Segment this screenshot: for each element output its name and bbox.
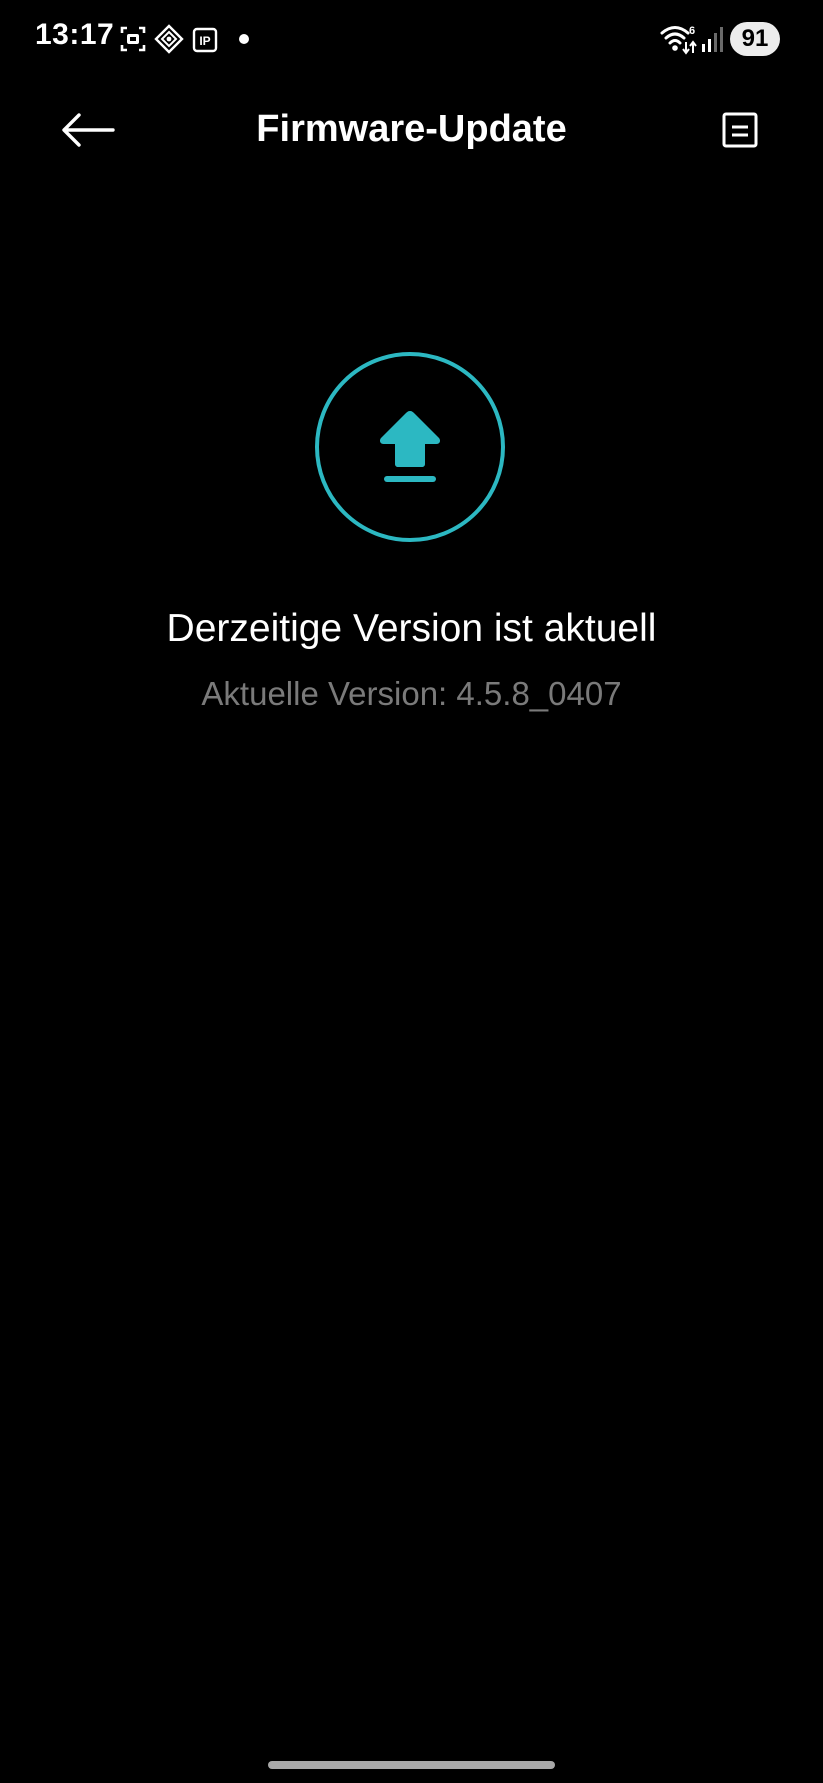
home-indicator[interactable] bbox=[268, 1761, 555, 1769]
current-version-text: Aktuelle Version: 4.5.8_0407 bbox=[201, 675, 622, 712]
signal-icon bbox=[702, 27, 723, 52]
ip-label: IP bbox=[199, 34, 210, 48]
wifi-badge: 6 bbox=[689, 25, 695, 37]
vpn-diamond-icon bbox=[154, 24, 184, 54]
firmware-status-heading: Derzeitige Version ist aktuell bbox=[166, 607, 657, 650]
notification-dot bbox=[239, 34, 249, 44]
firmware-status-circle bbox=[315, 352, 505, 542]
wifi-icon: 6 bbox=[660, 25, 697, 55]
status-time: 13:17 bbox=[35, 18, 115, 51]
ip-icon: IP bbox=[192, 27, 218, 53]
log-button[interactable] bbox=[712, 104, 768, 156]
app-bar: Firmware-Update bbox=[0, 90, 823, 170]
upload-arrow-icon bbox=[379, 411, 441, 482]
status-bar: 13:17 IP 6 91 bbox=[0, 0, 823, 80]
battery-indicator: 91 bbox=[730, 22, 780, 56]
page-title: Firmware-Update bbox=[256, 108, 567, 150]
screenshot-icon bbox=[120, 26, 146, 52]
log-document-icon bbox=[722, 112, 758, 148]
